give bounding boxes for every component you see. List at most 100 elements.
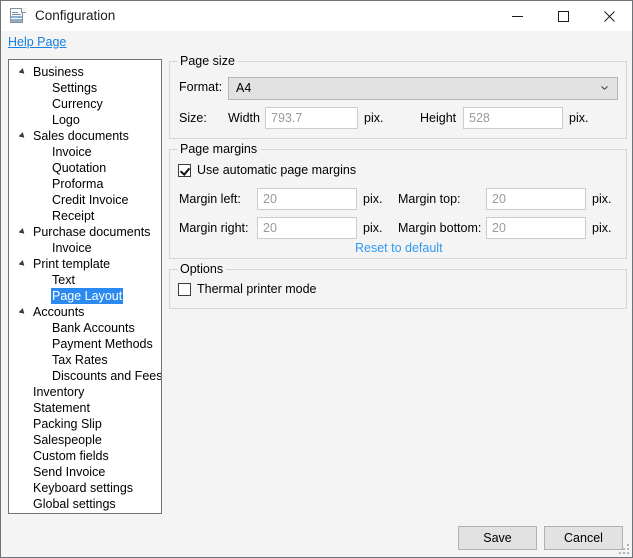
thermal-printer-label: Thermal printer mode <box>197 282 317 296</box>
sidebar-item-receipt[interactable]: Receipt <box>9 208 161 224</box>
maximize-button[interactable] <box>540 1 586 31</box>
sidebar-item-label: Proforma <box>52 177 104 191</box>
sidebar-item-quotation[interactable]: Quotation <box>9 160 161 176</box>
sidebar-item-tax-rates[interactable]: Tax Rates <box>9 352 161 368</box>
sidebar-item-custom-fields[interactable]: Custom fields <box>9 448 161 464</box>
sidebar-item-label: Purchase documents <box>33 225 151 239</box>
sidebar-item-credit-invoice[interactable]: Credit Invoice <box>9 192 161 208</box>
margin-left-input[interactable]: 20 <box>257 188 357 210</box>
margin-right-input[interactable]: 20 <box>257 217 357 239</box>
window-controls <box>494 1 632 31</box>
sidebar-item-label: Salespeople <box>33 433 102 447</box>
sidebar-item-logo[interactable]: Logo <box>9 112 161 128</box>
margin-bottom-input[interactable]: 20 <box>486 217 586 239</box>
height-unit: pix. <box>569 111 589 125</box>
sidebar-item-label: Logo <box>52 113 80 127</box>
sidebar-item-salespeople[interactable]: Salespeople <box>9 432 161 448</box>
expander-triangle-icon[interactable] <box>18 132 27 140</box>
window-title: Configuration <box>35 8 116 24</box>
expander-triangle-icon[interactable] <box>18 228 27 236</box>
margin-top-unit: pix. <box>592 192 612 206</box>
sidebar-item-statement[interactable]: Statement <box>9 400 161 416</box>
margin-top-label: Margin top: <box>398 192 461 206</box>
sidebar-item-business[interactable]: Business <box>9 64 161 80</box>
save-button[interactable]: Save <box>458 526 537 550</box>
thermal-printer-checkbox[interactable]: Thermal printer mode <box>178 282 317 296</box>
sidebar-item-label: Quotation <box>52 161 107 175</box>
sidebar-item-currency[interactable]: Currency <box>9 96 161 112</box>
cancel-button[interactable]: Cancel <box>544 526 623 550</box>
sidebar-item-global-settings[interactable]: Global settings <box>9 496 161 512</box>
page-margins-group-title: Page margins <box>177 142 261 156</box>
sidebar-item-text[interactable]: Text <box>9 272 161 288</box>
sidebar-item-label: Settings <box>52 81 98 95</box>
reset-to-default-link[interactable]: Reset to default <box>355 240 443 256</box>
sidebar-item-label: Tax Rates <box>52 353 108 367</box>
configuration-window: Configuration Help Page Business Settings… <box>0 0 633 558</box>
page-size-group: Page size Format: A4 Size: Width 793.7 p… <box>169 54 627 139</box>
sidebar-item-page-layout[interactable]: Page Layout <box>9 288 161 304</box>
sidebar-item-label: Global settings <box>33 497 116 511</box>
sidebar-item-label: Page Layout <box>51 288 124 304</box>
sidebar-item-discounts-and-fees[interactable]: Discounts and Fees <box>9 368 161 384</box>
page-margins-group: Page margins Use automatic page margins … <box>169 142 627 259</box>
sidebar-item-invoice[interactable]: Invoice <box>9 144 161 160</box>
sidebar-item-label: Bank Accounts <box>52 321 135 335</box>
sidebar-item-purchase-documents[interactable]: Purchase documents <box>9 224 161 240</box>
sidebar-item-bank-accounts[interactable]: Bank Accounts <box>9 320 161 336</box>
sidebar-item-label: Accounts <box>33 305 85 319</box>
document-spreadsheet-icon <box>10 8 26 24</box>
height-input-value: 528 <box>469 111 490 125</box>
margin-bottom-value: 20 <box>492 221 506 235</box>
sidebar-item-label: Sales documents <box>33 129 129 143</box>
sidebar-item-label: Custom fields <box>33 449 109 463</box>
height-input[interactable]: 528 <box>463 107 563 129</box>
minimize-button[interactable] <box>494 1 540 31</box>
sidebar-item-keyboard-settings[interactable]: Keyboard settings <box>9 480 161 496</box>
sidebar-item-label: Credit Invoice <box>52 193 129 207</box>
title-bar: Configuration <box>1 1 632 31</box>
format-select[interactable]: A4 <box>228 77 618 100</box>
expander-triangle-icon[interactable] <box>18 308 27 316</box>
sidebar-item-label: Currency <box>52 97 103 111</box>
sidebar-item-inventory[interactable]: Inventory <box>9 384 161 400</box>
checkbox-box-icon <box>178 282 191 296</box>
sidebar-item-proforma[interactable]: Proforma <box>9 176 161 192</box>
margin-bottom-unit: pix. <box>592 221 612 235</box>
width-label: Width <box>228 111 260 125</box>
checkbox-box-icon <box>178 163 191 177</box>
close-button[interactable] <box>586 1 632 31</box>
sidebar-item-label: Discounts and Fees <box>52 369 162 383</box>
auto-margins-checkbox[interactable]: Use automatic page margins <box>178 163 356 177</box>
help-bar: Help Page <box>2 31 632 53</box>
help-page-link[interactable]: Help Page <box>8 35 66 49</box>
margin-right-value: 20 <box>263 221 277 235</box>
sidebar-item-payment-methods[interactable]: Payment Methods <box>9 336 161 352</box>
expander-triangle-icon[interactable] <box>18 68 27 76</box>
height-label: Height <box>420 111 457 125</box>
sidebar-item-accounts[interactable]: Accounts <box>9 304 161 320</box>
format-select-value: A4 <box>236 81 252 95</box>
margin-top-value: 20 <box>492 192 506 206</box>
size-label: Size: <box>179 111 207 125</box>
width-unit: pix. <box>364 111 384 125</box>
margin-left-label: Margin left: <box>179 192 241 206</box>
sidebar-item-label: Invoice <box>52 241 92 255</box>
settings-tree[interactable]: Business Settings Currency Logo Sales docume… <box>8 59 162 514</box>
chevron-down-icon <box>601 86 608 90</box>
sidebar-item-settings[interactable]: Settings <box>9 80 161 96</box>
margin-top-input[interactable]: 20 <box>486 188 586 210</box>
sidebar-item-label: Text <box>52 273 75 287</box>
sidebar-item-label: Print template <box>33 257 111 271</box>
width-input[interactable]: 793.7 <box>265 107 358 129</box>
sidebar-item-sales-documents[interactable]: Sales documents <box>9 128 161 144</box>
sidebar-item-invoice[interactable]: Invoice <box>9 240 161 256</box>
sidebar-item-label: Invoice <box>52 145 92 159</box>
sidebar-item-send-invoice[interactable]: Send Invoice <box>9 464 161 480</box>
sidebar-item-packing-slip[interactable]: Packing Slip <box>9 416 161 432</box>
expander-triangle-icon[interactable] <box>18 260 27 268</box>
resize-grip[interactable] <box>618 543 630 555</box>
sidebar-item-print-template[interactable]: Print template <box>9 256 161 272</box>
page-size-group-title: Page size <box>177 54 238 68</box>
sidebar-item-label: Send Invoice <box>33 465 106 479</box>
